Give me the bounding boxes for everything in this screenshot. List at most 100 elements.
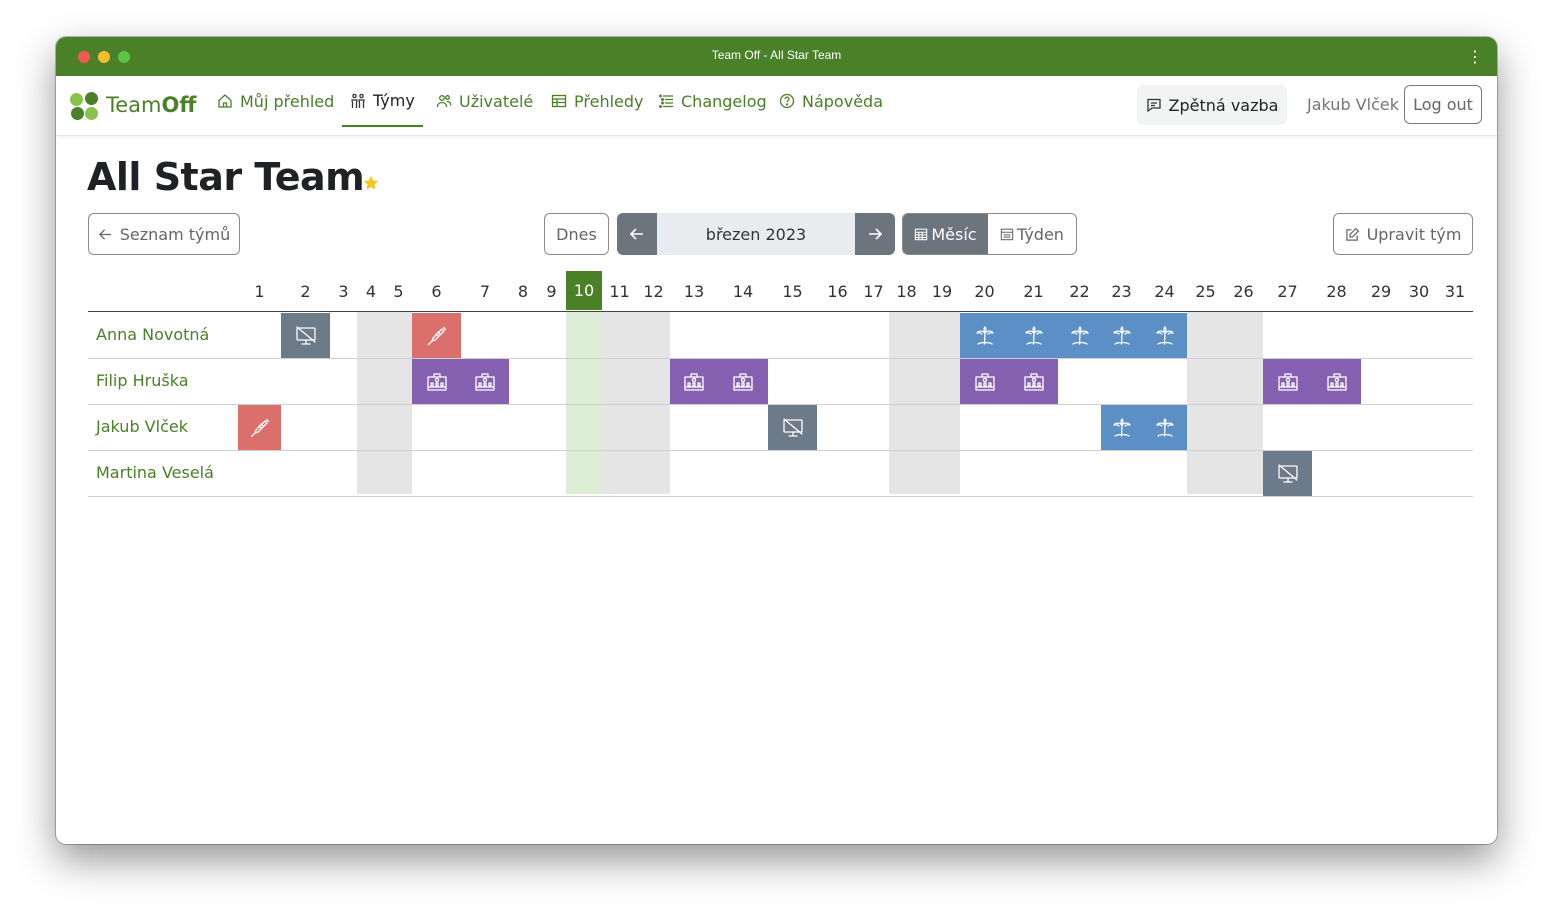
day-header[interactable]: 5 — [385, 282, 412, 301]
teamoff-logo-icon[interactable] — [69, 91, 101, 123]
day-header[interactable]: 13 — [670, 282, 718, 301]
day-header[interactable]: 29 — [1361, 282, 1401, 301]
current-month-label: březen 2023 — [657, 213, 855, 255]
nav-item-my-overview[interactable]: Můj přehled — [217, 76, 334, 126]
palm-tree-icon — [1070, 325, 1089, 345]
today-column — [566, 312, 602, 494]
edit-team-button[interactable]: Upravit tým — [1333, 213, 1473, 255]
absence-vacation[interactable] — [1058, 313, 1101, 358]
person-name[interactable]: Filip Hruška — [96, 371, 189, 390]
users-icon — [436, 95, 452, 108]
nav-item-help[interactable]: Nápověda — [779, 76, 883, 126]
absence-sick[interactable] — [238, 405, 281, 450]
day-header[interactable]: 24 — [1142, 282, 1187, 301]
absence-office[interactable] — [670, 359, 718, 404]
brand-name[interactable]: TeamOff — [106, 93, 196, 117]
day-header[interactable]: 10 — [566, 271, 602, 310]
nav-item-users[interactable]: Uživatelé — [436, 76, 533, 126]
absence-vacation[interactable] — [1142, 313, 1187, 358]
absence-vacation[interactable] — [1009, 313, 1058, 358]
nav-item-changelog[interactable]: Changelog — [658, 76, 767, 126]
absence-office[interactable] — [1312, 359, 1361, 404]
day-header[interactable]: 8 — [509, 282, 537, 301]
day-header[interactable]: 12 — [637, 282, 670, 301]
current-username: Jakub Vlček — [1307, 95, 1399, 114]
day-header[interactable]: 9 — [537, 282, 566, 301]
nav-item-teams[interactable]: Týmy — [342, 76, 423, 127]
day-header[interactable]: 4 — [357, 282, 385, 301]
favorite-star-icon[interactable] — [362, 174, 380, 192]
window-title: Team Off - All Star Team — [711, 48, 842, 62]
absence-vacation[interactable] — [1101, 313, 1142, 358]
day-header[interactable]: 3 — [330, 282, 357, 301]
view-week-button[interactable]: Týden — [988, 214, 1076, 254]
absence-office[interactable] — [412, 359, 461, 404]
day-header[interactable]: 26 — [1224, 282, 1263, 301]
offline-computer-icon — [1277, 463, 1298, 483]
back-to-teams-label: Seznam týmů — [119, 224, 231, 244]
day-header[interactable]: 17 — [858, 282, 889, 301]
nav-item-overviews[interactable]: Přehledy — [551, 76, 644, 126]
day-header[interactable]: 27 — [1263, 282, 1312, 301]
office-building-icon — [733, 372, 753, 391]
absence-sick[interactable] — [412, 313, 461, 358]
previous-month-button[interactable] — [617, 213, 657, 255]
nav-item-label: Přehledy — [574, 91, 644, 111]
nav-item-label: Changelog — [681, 91, 767, 111]
day-header[interactable]: 30 — [1401, 282, 1437, 301]
day-header[interactable]: 25 — [1187, 282, 1224, 301]
weekend-column — [924, 312, 960, 494]
today-button[interactable]: Dnes — [544, 213, 609, 255]
day-header[interactable]: 18 — [889, 282, 924, 301]
absence-offline[interactable] — [768, 405, 817, 450]
day-header[interactable]: 20 — [960, 282, 1009, 301]
day-header[interactable]: 15 — [768, 282, 817, 301]
absence-offline[interactable] — [1263, 451, 1312, 496]
feedback-button[interactable]: Zpětná vazba — [1137, 85, 1287, 125]
day-header[interactable]: 1 — [238, 282, 281, 301]
home-icon — [218, 94, 232, 108]
day-header[interactable]: 23 — [1101, 282, 1142, 301]
day-header[interactable]: 14 — [718, 282, 768, 301]
back-to-teams-button[interactable]: Seznam týmů — [88, 213, 240, 255]
day-header[interactable]: 7 — [461, 282, 509, 301]
table-icon — [551, 94, 567, 108]
day-header[interactable]: 31 — [1437, 282, 1473, 301]
person-name[interactable]: Martina Veselá — [96, 463, 214, 482]
person-name[interactable]: Jakub Vlček — [96, 417, 188, 436]
absence-office[interactable] — [461, 359, 509, 404]
absence-offline[interactable] — [281, 313, 330, 358]
next-month-button[interactable] — [855, 213, 895, 255]
view-month-button[interactable]: Měsíc — [903, 214, 988, 254]
day-header[interactable]: 11 — [602, 282, 637, 301]
absence-office[interactable] — [718, 359, 768, 404]
kebab-icon[interactable]: ⋮ — [1467, 49, 1483, 65]
day-header[interactable]: 19 — [924, 282, 960, 301]
absence-office[interactable] — [1263, 359, 1312, 404]
day-header[interactable]: 6 — [412, 282, 461, 301]
team-calendar: 1 2 3 4 5 6 7 8 9 10 11 12 13 14 15 16 17 18 19 20 21 22 23 24 2… — [88, 270, 1473, 497]
view-month-label: Měsíc — [931, 224, 977, 244]
palm-tree-icon — [1112, 325, 1131, 345]
day-header[interactable]: 16 — [817, 282, 858, 301]
absence-vacation[interactable] — [1142, 405, 1187, 450]
day-header[interactable]: 2 — [281, 282, 330, 301]
thermometer-icon — [427, 326, 446, 345]
weekend-column — [889, 312, 924, 494]
day-header[interactable]: 28 — [1312, 282, 1361, 301]
logout-button[interactable]: Log out — [1404, 85, 1482, 124]
row-divider — [88, 496, 1473, 497]
absence-vacation[interactable] — [960, 313, 1009, 358]
day-header[interactable]: 22 — [1058, 282, 1101, 301]
thermometer-icon — [250, 418, 269, 437]
person-name[interactable]: Anna Novotná — [96, 325, 209, 344]
absence-office[interactable] — [1009, 359, 1058, 404]
day-header[interactable]: 21 — [1009, 282, 1058, 301]
palm-tree-icon — [1112, 417, 1131, 437]
palm-tree-icon — [1155, 325, 1174, 345]
offline-computer-icon — [295, 325, 316, 345]
palm-tree-icon — [975, 325, 994, 345]
absence-vacation[interactable] — [1101, 405, 1142, 450]
calendar-grid-icon — [915, 228, 928, 241]
absence-office[interactable] — [960, 359, 1009, 404]
